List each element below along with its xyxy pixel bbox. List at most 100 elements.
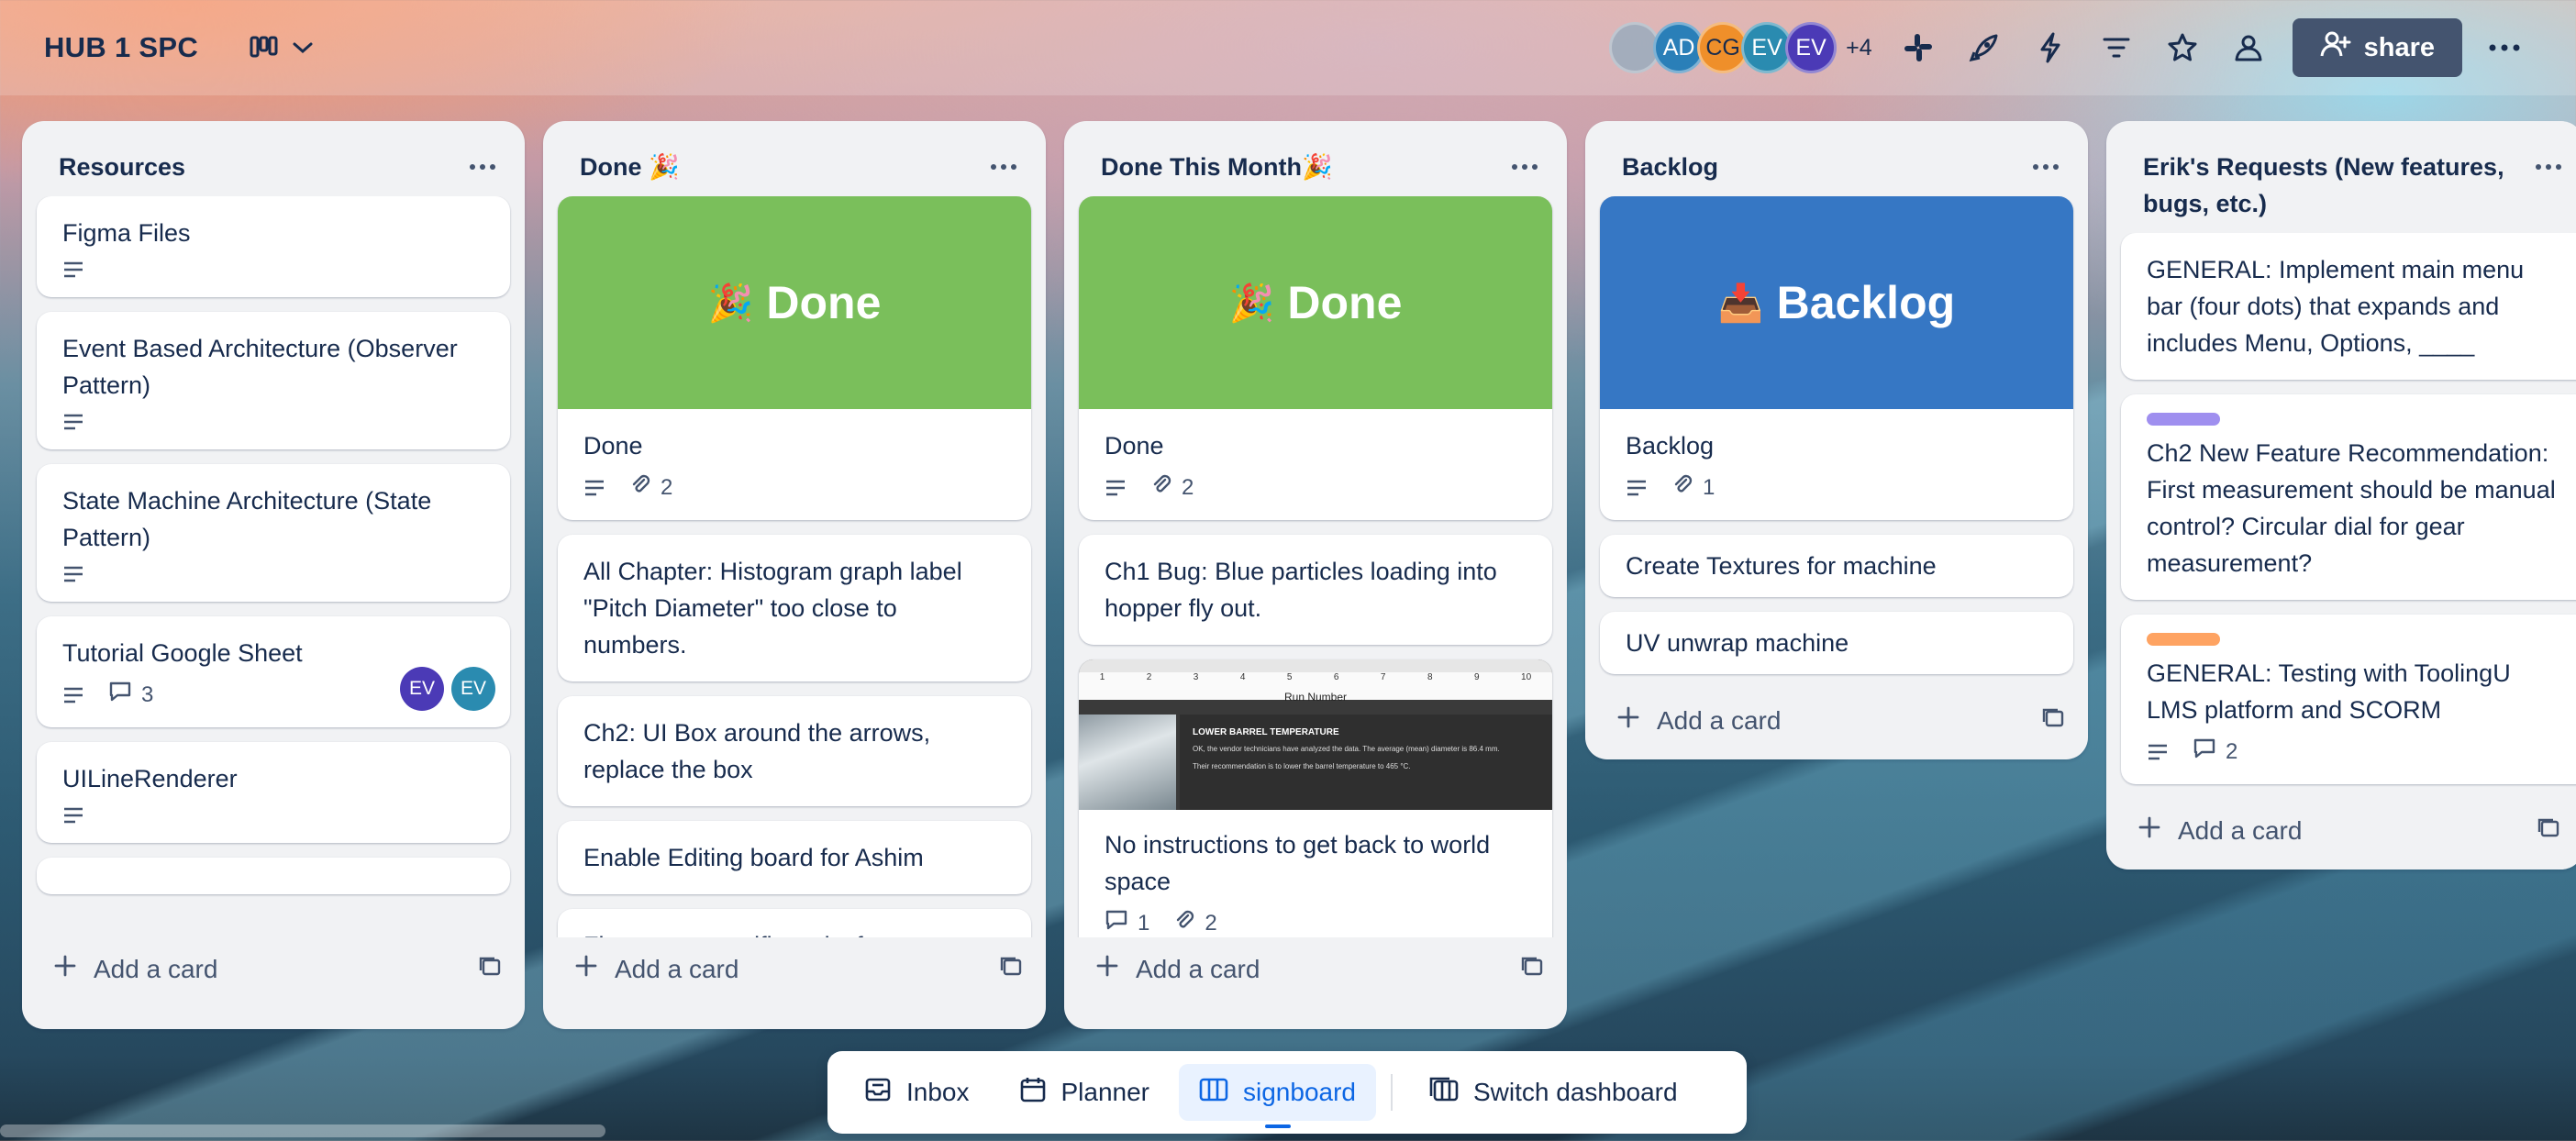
list-item[interactable]: 🎉 Done Done 2 [558, 196, 1031, 520]
members-more-count[interactable]: +4 [1846, 35, 1872, 61]
avatar[interactable]: EV [1785, 22, 1838, 73]
card-template-icon[interactable] [998, 954, 1024, 984]
list-item[interactable]: Enable Editing board for Ashim [558, 821, 1031, 894]
list-item[interactable]: Event Based Architecture (Observer Patte… [37, 312, 510, 449]
list-item[interactable]: Figure out specific tasks for [558, 909, 1031, 937]
slack-icon[interactable] [1885, 18, 1951, 77]
horizontal-scrollbar[interactable] [0, 1124, 605, 1137]
card-template-icon[interactable] [2040, 705, 2066, 736]
axis-label: Run Number [1283, 691, 1348, 703]
comments-badge: 1 [1105, 909, 1149, 937]
card-cover: 🎉 Done [558, 196, 1031, 409]
list-menu-icon[interactable] [1505, 149, 1545, 185]
nav-divider [1391, 1074, 1393, 1111]
card-title: GENERAL: Testing with ToolingU LMS platf… [2147, 659, 2511, 724]
inbox-icon [864, 1076, 892, 1110]
list-title[interactable]: Backlog [1622, 149, 1718, 185]
description-icon [2147, 743, 2169, 761]
board-header: HUB 1 SPC AD CG EV EV +4 share [0, 0, 2576, 95]
list-item[interactable]: 📥 Backlog Backlog 1 [1600, 196, 2073, 520]
filter-icon[interactable] [2083, 18, 2149, 77]
list-item[interactable]: 1 2 3 4 5 6 7 8 9 10 Run Number LOWER BARREL TEMP… [1079, 659, 1552, 937]
list-item[interactable]: State Machine Architecture (State Patter… [37, 464, 510, 602]
nav-inbox[interactable]: Inbox [844, 1064, 990, 1121]
add-card-label: Add a card [1136, 954, 1260, 983]
add-card-row: Add a card [543, 937, 1046, 1008]
card-label[interactable] [2147, 633, 2220, 646]
plus-icon [574, 954, 598, 984]
plus-icon [53, 954, 77, 984]
nav-board-label: signboard [1243, 1078, 1356, 1106]
avatar[interactable]: EV [451, 667, 495, 711]
add-card-button[interactable]: Add a card [53, 954, 217, 984]
add-card-button[interactable]: Add a card [2137, 815, 2302, 846]
list-menu-icon[interactable] [462, 149, 503, 185]
add-card-label: Add a card [1657, 705, 1782, 735]
add-card-button[interactable]: Add a card [574, 954, 738, 984]
list-item[interactable]: UILineRenderer [37, 742, 510, 843]
list-title[interactable]: Erik's Requests (New features, bugs, etc… [2143, 149, 2528, 222]
attachments-badge: 1 [1671, 473, 1715, 502]
list-item[interactable]: Figma Files [37, 196, 510, 297]
add-card-row: Add a card [1064, 937, 1567, 1008]
nav-board[interactable]: signboard [1179, 1064, 1376, 1128]
board-view-icon [250, 36, 279, 60]
board-view-switcher[interactable] [240, 22, 323, 73]
list-item[interactable]: GENERAL: Testing with ToolingU LMS platf… [2121, 615, 2576, 784]
card-template-icon[interactable] [477, 954, 503, 984]
board-icon [1199, 1077, 1228, 1109]
list-item[interactable]: Ch2: UI Box around the arrows, replace t… [558, 696, 1031, 806]
board-members[interactable]: AD CG EV EV +4 [1609, 22, 1872, 73]
avatar[interactable]: EV [400, 667, 444, 711]
paperclip-icon [629, 473, 651, 502]
list-item[interactable]: Create Textures for machine [1600, 535, 2073, 597]
add-card-button[interactable]: Add a card [1095, 954, 1260, 984]
switch-boards-icon [1427, 1076, 1459, 1110]
list-title[interactable]: Resources [59, 149, 185, 185]
share-label: share [2363, 32, 2435, 62]
comment-icon [1105, 909, 1128, 937]
nav-planner-label: Planner [1060, 1078, 1150, 1106]
lightning-icon[interactable] [2017, 18, 2083, 77]
workspace-visibility-icon[interactable] [2215, 18, 2282, 77]
list-title[interactable]: Done 🎉 [580, 149, 680, 185]
list-item[interactable]: 🎉 Done Done 2 [1079, 196, 1552, 520]
rocket-icon[interactable] [1951, 18, 2017, 77]
nav-switch-dashboard[interactable]: Switch dashboard [1407, 1064, 1698, 1121]
list-title[interactable]: Done This Month🎉 [1101, 149, 1333, 185]
description-icon [62, 686, 84, 704]
list-item[interactable]: Ch1 Bug: Blue particles loading into hop… [1079, 535, 1552, 645]
list-eriks-requests: Erik's Requests (New features, bugs, etc… [2106, 121, 2576, 870]
list-item[interactable]: Ch2 New Feature Recommendation: First me… [2121, 394, 2576, 600]
star-icon[interactable] [2149, 18, 2215, 77]
board-menu-icon[interactable] [2477, 18, 2532, 77]
list-item[interactable]: GENERAL: Implement main menu bar (four d… [2121, 233, 2576, 380]
list-menu-icon[interactable] [2026, 149, 2066, 185]
nav-planner[interactable]: Planner [999, 1064, 1171, 1121]
party-popper-icon: 🎉 [1228, 282, 1275, 324]
cover-title: Backlog [1776, 277, 1956, 328]
bottom-navigation: Inbox Planner signboard Switch dashboard [827, 1051, 1747, 1134]
attachments-badge: 2 [629, 473, 672, 502]
list-item[interactable]: UV unwrap machine [1600, 612, 2073, 674]
list-done-this-month: Done This Month🎉 🎉 Done Done 2 Ch1 Bug: … [1064, 121, 1567, 1029]
card-title: Figure out specific tasks for [583, 927, 1005, 937]
list-menu-icon[interactable] [983, 149, 1024, 185]
card-title: GENERAL: Implement main menu bar (four d… [2147, 256, 2525, 357]
add-card-button[interactable]: Add a card [1616, 705, 1781, 736]
card-cover: 📥 Backlog [1600, 196, 2073, 409]
card-label[interactable] [2147, 413, 2220, 426]
comment-icon [2193, 737, 2216, 766]
list-menu-icon[interactable] [2528, 149, 2569, 185]
list-item[interactable] [37, 858, 510, 894]
add-card-label: Add a card [615, 954, 739, 983]
list-item[interactable]: Tutorial Google Sheet 3 EV EV [37, 616, 510, 727]
share-button[interactable]: share [2292, 18, 2462, 77]
card-template-icon[interactable] [2536, 815, 2561, 846]
card-title: Done [583, 432, 643, 460]
list-done: Done 🎉 🎉 Done Done 2 All Chapter: Histog… [543, 121, 1046, 1029]
board-title[interactable]: HUB 1 SPC [44, 31, 198, 64]
list-item[interactable]: All Chapter: Histogram graph label "Pitc… [558, 535, 1031, 681]
card-template-icon[interactable] [1519, 954, 1545, 984]
card-title: UV unwrap machine [1626, 629, 1849, 657]
